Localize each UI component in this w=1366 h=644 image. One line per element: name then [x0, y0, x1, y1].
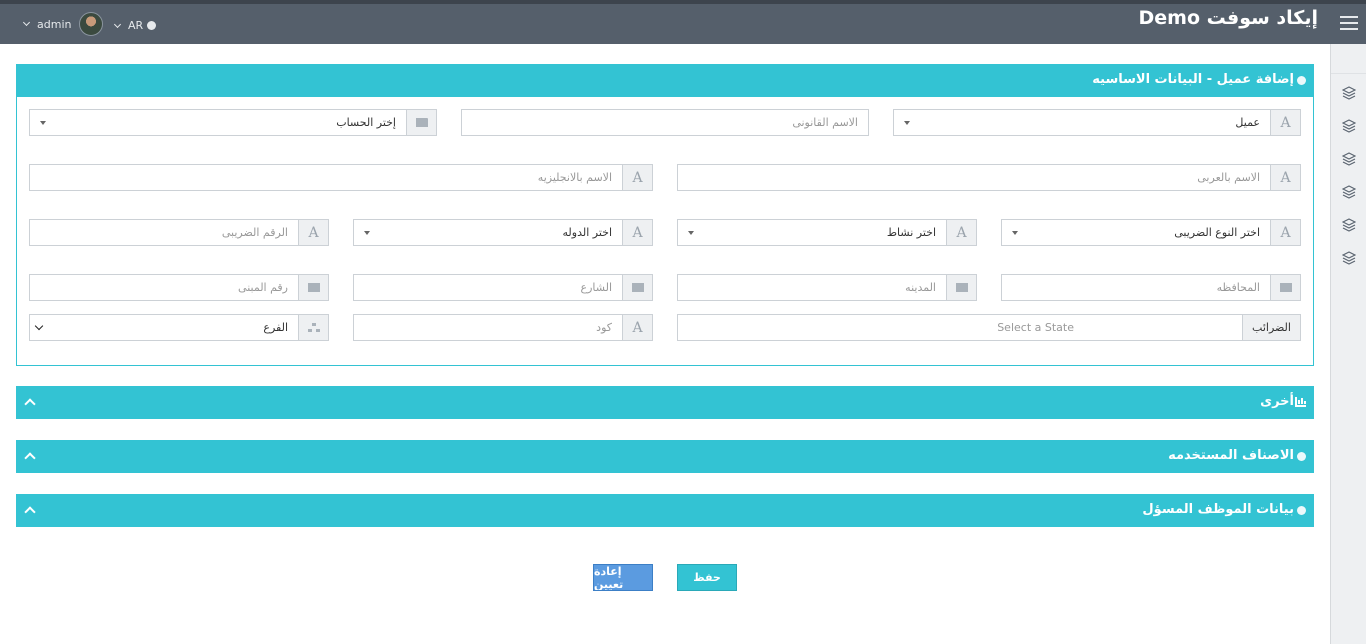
tax-number-input[interactable]: A الرقم الضريبى [29, 219, 329, 246]
taxes-label: الضرائب [1242, 315, 1300, 340]
state-placeholder: Select a State [997, 321, 1074, 334]
tax-number-placeholder: الرقم الضريبى [221, 226, 288, 239]
language-menu[interactable]: AR [113, 19, 157, 32]
city-input[interactable]: المدينه [677, 274, 977, 301]
legal-name-input[interactable]: الاسم القانونى [461, 109, 869, 136]
font-icon: A [1270, 110, 1300, 135]
arabic-name-placeholder: الاسم بالعربى [1197, 171, 1260, 184]
chevron-down-icon [113, 20, 122, 28]
legal-name-placeholder: الاسم القانونى [792, 116, 858, 129]
country-select[interactable]: A اختر الدوله [353, 219, 653, 246]
chevron-up-icon[interactable] [24, 398, 36, 410]
chevron-down-icon [34, 321, 44, 331]
building-number-input[interactable]: رقم المبنى [29, 274, 329, 301]
other-panel-header[interactable]: أخرى [16, 386, 1314, 419]
font-icon: A [622, 315, 652, 340]
tax-type-select[interactable]: A اختر النوع الضريبى [1001, 219, 1301, 246]
customer-type-value: عميل [1235, 116, 1260, 129]
english-name-placeholder: الاسم بالانجليزيه [537, 171, 612, 184]
country-value: اختر الدوله [562, 226, 612, 239]
layers-icon[interactable] [1341, 218, 1356, 232]
folder-icon [415, 118, 428, 127]
chevron-up-icon[interactable] [24, 452, 36, 464]
panel-title: أخرى [1260, 394, 1294, 409]
reset-button[interactable]: إعادة تعيين [593, 564, 653, 591]
chevron-down-icon [22, 18, 31, 27]
caret-down-icon [1012, 231, 1018, 235]
panel-title: بيانات الموظف المسؤل [1142, 502, 1294, 517]
activity-select[interactable]: A اختر نشاط [677, 219, 977, 246]
account-value: إختر الحساب [336, 116, 396, 129]
right-sidebar [1330, 44, 1366, 644]
layers-icon[interactable] [1341, 152, 1356, 166]
font-icon: A [298, 220, 328, 245]
layers-icon[interactable] [1341, 251, 1356, 265]
street-placeholder: الشارع [580, 281, 612, 294]
font-icon: A [622, 165, 652, 190]
activity-value: اختر نشاط [886, 226, 936, 239]
sidebar-top [1331, 44, 1366, 74]
panel-title: الاصناف المستخدمه [1168, 448, 1294, 463]
globe-icon [147, 21, 157, 30]
caret-down-icon [904, 121, 910, 125]
envelope-icon [631, 283, 644, 292]
sitemap-icon [307, 322, 320, 333]
layers-icon[interactable] [1341, 185, 1356, 199]
font-icon: A [946, 220, 976, 245]
governorate-input[interactable]: المحافظه [1001, 274, 1301, 301]
envelope-icon [1279, 283, 1292, 292]
circle-icon [1297, 506, 1306, 515]
caret-down-icon [688, 231, 694, 235]
app-title: إيكاد سوفت Demo [1138, 7, 1318, 29]
caret-down-icon [364, 231, 370, 235]
tax-type-value: اختر النوع الضريبى [1174, 226, 1260, 239]
basic-data-panel-header[interactable]: إضافة عميل - البيانات الاساسيه [16, 64, 1314, 97]
branch-value: الفرع [263, 321, 288, 334]
sitemap-icon-wrap [298, 315, 328, 340]
staff-panel-header[interactable]: بيانات الموظف المسؤل [16, 494, 1314, 527]
governorate-placeholder: المحافظه [1216, 281, 1260, 294]
font-icon: A [622, 220, 652, 245]
envelope-icon-wrap [1270, 275, 1300, 300]
envelope-icon [955, 283, 968, 292]
envelope-icon-wrap [622, 275, 652, 300]
user-menu[interactable]: admin [22, 12, 104, 36]
chevron-up-icon[interactable] [24, 506, 36, 518]
arabic-name-input[interactable]: A الاسم بالعربى [677, 164, 1301, 191]
font-icon: A [1270, 220, 1300, 245]
building-number-placeholder: رقم المبنى [238, 281, 288, 294]
branch-select[interactable]: الفرع [29, 314, 329, 341]
top-bar: إيكاد سوفت Demo admin AR [0, 0, 1366, 44]
layers-icon[interactable] [1341, 86, 1356, 100]
panel-title: إضافة عميل - البيانات الاساسيه [1092, 72, 1294, 87]
state-select[interactable]: الضرائب Select a State [677, 314, 1301, 341]
street-input[interactable]: الشارع [353, 274, 653, 301]
menu-icon[interactable] [1340, 16, 1358, 32]
account-select[interactable]: إختر الحساب [29, 109, 437, 136]
caret-down-icon [40, 121, 46, 125]
circle-icon [1297, 452, 1306, 461]
code-input[interactable]: A كود [353, 314, 653, 341]
layers-icon[interactable] [1341, 119, 1356, 133]
language-label: AR [128, 19, 144, 32]
font-icon: A [1270, 165, 1300, 190]
envelope-icon [307, 283, 320, 292]
city-placeholder: المدينه [905, 281, 936, 294]
user-name: admin [37, 17, 72, 31]
circle-icon [1297, 76, 1306, 85]
customer-type-select[interactable]: A عميل [893, 109, 1301, 136]
bar-chart-icon [1295, 397, 1306, 407]
envelope-icon-wrap [298, 275, 328, 300]
categories-panel-header[interactable]: الاصناف المستخدمه [16, 440, 1314, 473]
avatar [79, 12, 104, 36]
envelope-icon-wrap [946, 275, 976, 300]
save-button[interactable]: حفظ [677, 564, 737, 591]
folder-icon-wrap [406, 110, 436, 135]
code-placeholder: كود [596, 321, 612, 334]
english-name-input[interactable]: A الاسم بالانجليزيه [29, 164, 653, 191]
